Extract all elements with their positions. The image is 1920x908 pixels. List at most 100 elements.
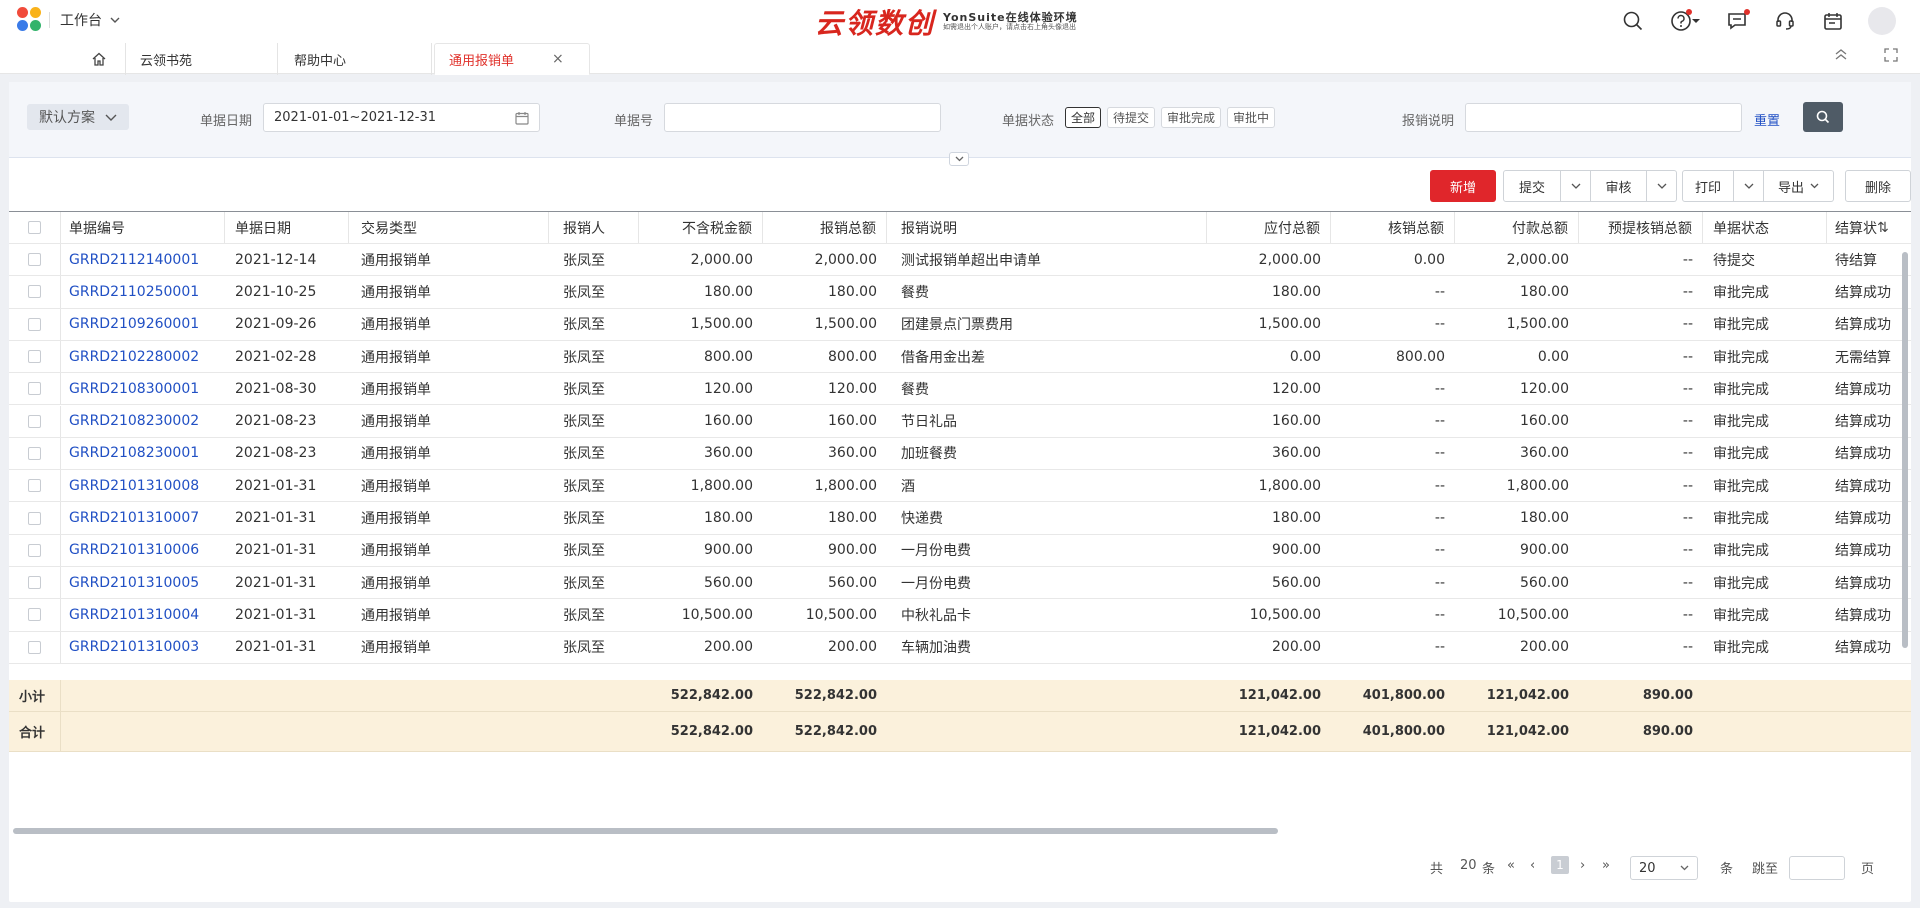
filter-collapse-toggle[interactable] [949,152,969,166]
tab-home[interactable] [72,43,126,75]
claim-code-link[interactable]: GRRD2110250001 [61,276,225,307]
column-header-accrued[interactable]: 预提核销总额 [1579,212,1703,243]
prev-page-icon[interactable]: ‹ [1530,858,1535,873]
scheme-selector[interactable]: 默认方案 [27,104,129,130]
search-button[interactable] [1803,102,1843,132]
status-chip-in-approval[interactable]: 审批中 [1227,107,1276,128]
claim-code-link[interactable]: GRRD2101310003 [61,632,225,663]
column-header-date[interactable]: 单据日期 [225,212,349,243]
column-header-payable[interactable]: 应付总额 [1207,212,1331,243]
claim-code-link[interactable]: GRRD2108230001 [61,438,225,469]
vertical-scrollbar[interactable] [1902,252,1908,648]
tab-expense-claim[interactable]: 通用报销单 × [434,43,590,75]
table-row[interactable]: GRRD2101310007 2021-01-31 通用报销单 张凤至 180.00 18… [9,502,1911,535]
column-header-description[interactable]: 报销说明 [887,212,1207,243]
claim-code-link[interactable]: GRRD2108230002 [61,406,225,437]
next-page-icon[interactable]: › [1580,858,1585,873]
table-row[interactable]: GRRD2112140001 2021-12-14 通用报销单 张凤至 2,000.00… [9,244,1911,277]
column-header-settlement[interactable]: 结算状 ⇅ [1827,212,1911,243]
select-all-checkbox[interactable] [28,221,41,234]
fullscreen-icon[interactable] [1884,48,1898,62]
calendar-icon[interactable] [1820,8,1846,34]
tab-help-center[interactable]: 帮助中心 [280,43,432,75]
column-header-total[interactable]: 报销总额 [763,212,887,243]
table-row[interactable]: GRRD2101310006 2021-01-31 通用报销单 张凤至 900.00 90… [9,534,1911,567]
row-checkbox[interactable] [28,608,41,622]
row-checkbox[interactable] [28,414,41,428]
column-header-payment[interactable]: 付款总额 [1455,212,1579,243]
table-row[interactable]: GRRD2102280002 2021-02-28 通用报销单 张凤至 800.00 80… [9,340,1911,374]
row-checkbox[interactable] [28,576,41,590]
row-checkbox[interactable] [28,511,41,525]
last-page-icon[interactable]: » [1602,858,1610,873]
claim-code-link[interactable]: GRRD2101310005 [61,567,225,598]
table-row[interactable]: GRRD2101310005 2021-01-31 通用报销单 张凤至 560.00 56… [9,567,1911,600]
row-checkbox[interactable] [28,446,41,460]
add-button[interactable]: 新增 [1430,170,1496,202]
claim-code-link[interactable]: GRRD2109260001 [61,309,225,340]
column-header-untaxed[interactable]: 不含税金额 [639,212,763,243]
column-header-label: 单据日期 [235,220,291,237]
submit-button[interactable]: 提交 [1503,170,1561,202]
table-row[interactable]: GRRD2101310003 2021-01-31 通用报销单 张凤至 200.00 20… [9,631,1911,664]
help-icon[interactable] [1668,8,1702,34]
column-header-writeoff[interactable]: 核销总额 [1331,212,1455,243]
status-chip-approved[interactable]: 审批完成 [1161,107,1222,128]
table-row[interactable]: GRRD2109260001 2021-09-26 通用报销单 张凤至 1,500.00… [9,308,1911,341]
row-checkbox[interactable] [28,317,41,331]
row-checkbox[interactable] [28,543,41,557]
close-icon[interactable]: × [552,51,564,67]
status-chip-all[interactable]: 全部 [1065,107,1102,128]
table-row[interactable]: GRRD2108230002 2021-08-23 通用报销单 张凤至 160.00 16… [9,405,1911,438]
column-settings-icon[interactable]: ⇅ [1877,220,1889,236]
audit-button[interactable]: 审核 [1591,170,1647,202]
claim-code-link[interactable]: GRRD2101310007 [61,502,225,533]
status-chip-pending-submit[interactable]: 待提交 [1107,107,1156,128]
table-row[interactable]: GRRD2110250001 2021-10-25 通用报销单 张凤至 180.00 18… [9,276,1911,309]
submit-dropdown[interactable] [1561,170,1591,202]
jump-page-input[interactable] [1789,856,1845,880]
table-row[interactable]: GRRD2101310004 2021-01-31 通用报销单 张凤至 10,500.0… [9,599,1911,632]
description-input[interactable] [1465,103,1742,132]
workspace-switcher[interactable]: 工作台 [60,10,120,30]
horizontal-scrollbar[interactable] [13,828,1278,834]
page-number-current[interactable]: 1 [1551,856,1569,874]
code-input[interactable] [664,103,941,132]
table-row[interactable]: GRRD2108230001 2021-08-23 通用报销单 张凤至 360.00 36… [9,437,1911,471]
column-header-claimant[interactable]: 报销人 [549,212,639,243]
audit-dropdown[interactable] [1647,170,1677,202]
row-checkbox[interactable] [28,640,41,654]
message-icon[interactable] [1724,8,1750,34]
claim-code-link[interactable]: GRRD2102280002 [61,341,225,372]
row-checkbox[interactable] [28,285,41,299]
table-row[interactable]: GRRD2101310008 2021-01-31 通用报销单 张凤至 1,800.00… [9,470,1911,503]
first-page-icon[interactable]: « [1507,858,1515,873]
claim-code-link[interactable]: GRRD2101310008 [61,470,225,501]
claim-code-link[interactable]: GRRD2112140001 [61,244,225,275]
claim-code-link[interactable]: GRRD2108300001 [61,373,225,404]
column-header-type[interactable]: 交易类型 [349,212,549,243]
print-button[interactable]: 打印 [1682,170,1734,202]
column-header-status[interactable]: 单据状态 [1703,212,1827,243]
claim-code-link[interactable]: GRRD2101310006 [61,535,225,566]
table-row[interactable]: GRRD2108300001 2021-08-30 通用报销单 张凤至 120.00 12… [9,373,1911,406]
app-logo[interactable] [17,7,43,33]
filter-panel: 默认方案 单据日期 2021-01-01~2021-12-31 单据号 单据状态… [9,82,1911,158]
row-checkbox[interactable] [28,479,41,493]
export-button[interactable]: 导出 [1764,170,1834,202]
date-range-input[interactable]: 2021-01-01~2021-12-31 [263,103,540,132]
collapse-up-icon[interactable] [1834,48,1848,60]
avatar[interactable] [1868,7,1896,35]
delete-button[interactable]: 删除 [1845,170,1911,202]
row-checkbox[interactable] [28,382,41,396]
tab-yunling-library[interactable]: 云领书苑 [126,43,278,75]
row-checkbox[interactable] [28,253,41,267]
search-icon[interactable] [1620,8,1646,34]
reset-link[interactable]: 重置 [1754,110,1780,129]
customer-service-icon[interactable] [1772,8,1798,34]
row-checkbox[interactable] [28,350,41,364]
column-header-code[interactable]: 单据编号 [61,212,225,243]
claim-code-link[interactable]: GRRD2101310004 [61,599,225,630]
page-size-select[interactable]: 20 [1630,856,1698,880]
print-dropdown[interactable] [1734,170,1764,202]
